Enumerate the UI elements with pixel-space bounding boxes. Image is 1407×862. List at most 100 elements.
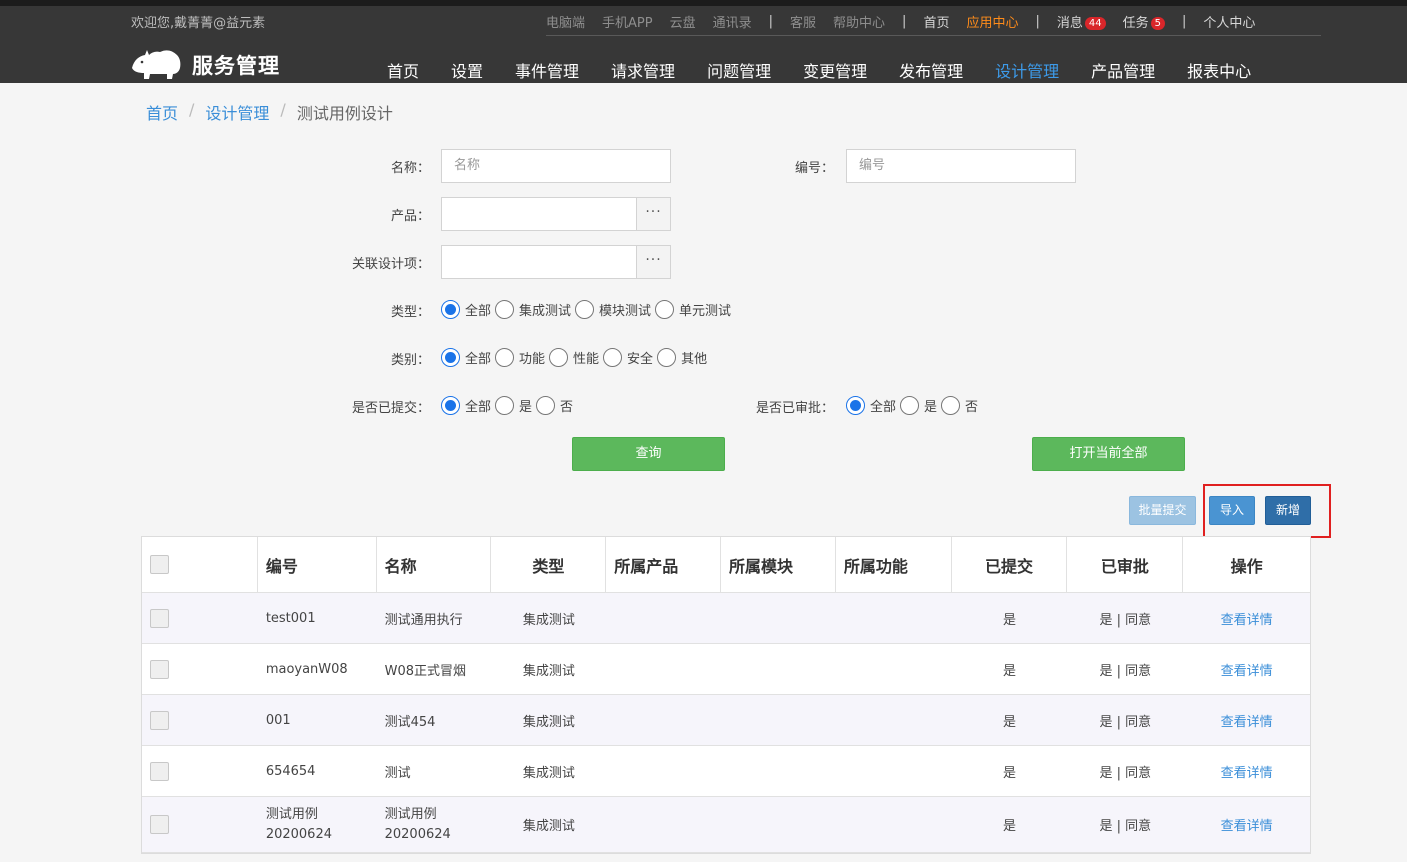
- related-design-picker-button[interactable]: ···: [636, 246, 670, 278]
- related-design-label: 关联设计项：: [351, 257, 430, 272]
- row-approved: 是 | 同意: [1099, 612, 1152, 628]
- view-details-link[interactable]: 查看详情: [1221, 711, 1273, 730]
- submitted-radio-no[interactable]: [536, 396, 556, 415]
- row-function: [836, 797, 952, 852]
- row-approved: 是 | 同意: [1099, 819, 1152, 834]
- nav-home[interactable]: 首页: [387, 58, 419, 82]
- row-approved: 是 | 同意: [1099, 765, 1152, 781]
- top-link-separator: |: [768, 13, 774, 29]
- top-link-mobile-app[interactable]: 手机APP: [602, 12, 653, 31]
- code-input[interactable]: 编号: [846, 149, 1076, 183]
- type-radio-module[interactable]: [575, 300, 595, 319]
- table-header-row: 编号 名称 类型 所属产品 所属模块 所属功能 已提交 已审批 操作: [142, 537, 1310, 593]
- row-checkbox[interactable]: [150, 710, 169, 730]
- view-details-link[interactable]: 查看详情: [1221, 609, 1273, 628]
- related-design-picker[interactable]: ···: [441, 245, 671, 279]
- approved-radio-yes[interactable]: [900, 396, 920, 415]
- breadcrumb-design-management[interactable]: 设计管理: [205, 100, 269, 124]
- nav-request-management[interactable]: 请求管理: [611, 58, 675, 82]
- approved-radio-no[interactable]: [941, 396, 961, 415]
- select-all-checkbox[interactable]: [150, 555, 169, 574]
- row-type: 集成测试: [522, 765, 575, 781]
- row-checkbox[interactable]: [150, 608, 169, 628]
- nav-report-center[interactable]: 报表中心: [1187, 58, 1251, 82]
- row-checkbox[interactable]: [150, 815, 169, 834]
- header-action: 操作: [1230, 556, 1263, 576]
- nav-change-management[interactable]: 变更管理: [803, 58, 867, 82]
- tasks-label: 任务: [1122, 15, 1149, 31]
- top-link-contacts[interactable]: 通讯录: [713, 12, 752, 31]
- row-code: test001: [265, 610, 316, 626]
- type-radio-unit[interactable]: [655, 300, 675, 319]
- view-details-link[interactable]: 查看详情: [1221, 660, 1273, 679]
- row-product: [606, 695, 721, 745]
- category-radio-other[interactable]: [657, 348, 677, 367]
- code-label: 编号：: [794, 161, 834, 176]
- top-link-customer-service[interactable]: 客服: [790, 12, 816, 31]
- row-product: [606, 746, 721, 796]
- category-radio-security[interactable]: [603, 348, 623, 367]
- logo[interactable]: 服务管理: [130, 46, 280, 84]
- product-picker-button[interactable]: ···: [636, 198, 670, 230]
- nav-release-management[interactable]: 发布管理: [899, 58, 963, 82]
- main-nav: 首页 设置 事件管理 请求管理 问题管理 变更管理 发布管理 设计管理 产品管理…: [387, 58, 1283, 82]
- table-row: 654654 测试 集成测试 是 是 | 同意 查看详情: [142, 746, 1310, 797]
- batch-submit-button[interactable]: 批量提交: [1129, 496, 1196, 525]
- top-link-tasks[interactable]: 任务 5: [1123, 12, 1165, 31]
- top-link-help-center[interactable]: 帮助中心: [833, 12, 885, 31]
- view-details-link[interactable]: 查看详情: [1221, 762, 1273, 781]
- row-submitted: 是: [1003, 612, 1017, 628]
- row-checkbox[interactable]: [150, 659, 169, 679]
- query-button[interactable]: 查询: [572, 437, 725, 471]
- top-link-messages[interactable]: 消息 44: [1057, 12, 1106, 31]
- row-product: [606, 593, 721, 643]
- row-submitted: 是: [1003, 663, 1017, 679]
- type-radio-all[interactable]: [441, 300, 460, 319]
- top-link-separator: |: [1035, 13, 1040, 29]
- row-module: [721, 797, 836, 852]
- top-link-desktop[interactable]: 电脑端: [546, 12, 585, 31]
- header-function: 所属功能: [836, 537, 952, 592]
- category-radio-all[interactable]: [441, 348, 460, 367]
- nav-settings[interactable]: 设置: [451, 58, 483, 82]
- breadcrumb-home[interactable]: 首页: [146, 100, 178, 124]
- product-picker[interactable]: ···: [441, 197, 671, 231]
- row-module: [721, 695, 836, 745]
- nav-problem-management[interactable]: 问题管理: [707, 58, 771, 82]
- submitted-option-label: 否: [560, 400, 574, 415]
- approved-option-label: 是: [924, 400, 938, 415]
- top-link-home[interactable]: 首页: [923, 12, 949, 31]
- category-label: 类别：: [390, 353, 430, 368]
- view-details-link[interactable]: 查看详情: [1221, 815, 1273, 834]
- row-checkbox[interactable]: [150, 761, 169, 781]
- submitted-radio-all[interactable]: [441, 396, 460, 415]
- top-link-app-center[interactable]: 应用中心: [966, 12, 1018, 31]
- welcome-text: 欢迎您,戴菁菁@益元素: [131, 16, 266, 31]
- nav-incident-management[interactable]: 事件管理: [515, 58, 579, 82]
- breadcrumb: 首页 / 设计管理 / 测试用例设计: [146, 100, 393, 124]
- header-module: 所属模块: [721, 537, 836, 592]
- row-name: 测试: [384, 765, 411, 781]
- top-link-personal-center[interactable]: 个人中心: [1203, 12, 1255, 31]
- table-row: maoyanW08 W08正式冒烟 集成测试 是 是 | 同意 查看详情: [142, 644, 1310, 695]
- open-all-button[interactable]: 打开当前全部: [1032, 437, 1185, 471]
- category-option-label: 全部: [465, 352, 492, 367]
- nav-design-management[interactable]: 设计管理: [995, 58, 1059, 82]
- table-row: test001 测试通用执行 集成测试 是 是 | 同意 查看详情: [142, 593, 1310, 644]
- row-type: 集成测试: [522, 819, 575, 834]
- type-radio-integration[interactable]: [495, 300, 515, 319]
- name-input[interactable]: 名称: [441, 149, 671, 183]
- row-name: 测试454: [384, 714, 436, 730]
- row-function: [836, 746, 952, 796]
- submitted-radio-yes[interactable]: [495, 396, 515, 415]
- approved-radio-all[interactable]: [846, 396, 865, 415]
- nav-product-management[interactable]: 产品管理: [1091, 58, 1155, 82]
- category-radio-performance[interactable]: [549, 348, 569, 367]
- header-submitted: 已提交: [952, 537, 1068, 592]
- top-link-cloud-disk[interactable]: 云盘: [670, 12, 696, 31]
- category-radio-function[interactable]: [495, 348, 515, 367]
- name-label: 名称：: [390, 161, 430, 176]
- breadcrumb-current: 测试用例设计: [296, 104, 393, 123]
- messages-count-badge: 44: [1084, 16, 1106, 30]
- logo-text: 服务管理: [192, 54, 280, 78]
